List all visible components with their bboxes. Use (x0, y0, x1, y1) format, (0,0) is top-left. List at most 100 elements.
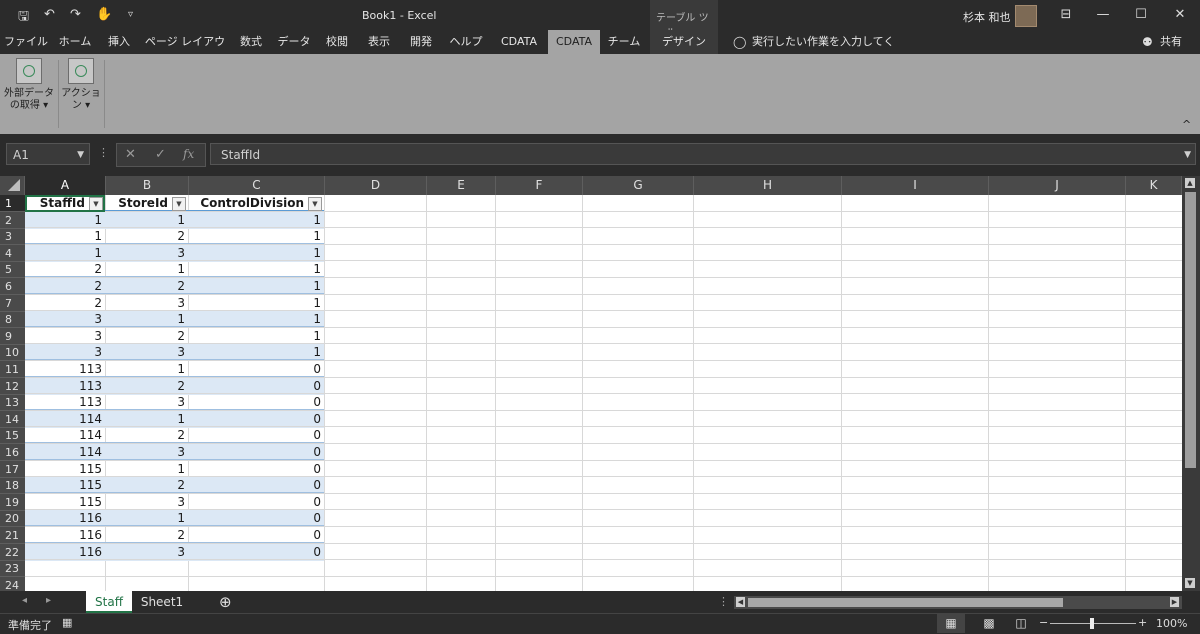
name-box[interactable]: A1 ▼ (6, 143, 90, 165)
scroll-down-icon[interactable]: ▼ (1185, 578, 1195, 588)
row-header[interactable]: 5 (0, 261, 25, 279)
tab-data[interactable]: データ (274, 30, 314, 54)
tab-home[interactable]: ホーム (54, 30, 96, 54)
table-cell[interactable]: 1 (188, 261, 324, 278)
table-cell[interactable]: 1 (105, 311, 188, 328)
row-header[interactable]: 20 (0, 510, 25, 528)
collapse-ribbon-icon[interactable]: ^ (1182, 118, 1191, 131)
page-break-view-icon[interactable]: ◫ (1010, 614, 1032, 633)
column-header-k[interactable]: K (1126, 176, 1182, 195)
table-cell[interactable]: 0 (188, 544, 324, 560)
ribbon-display-options-icon[interactable]: ⊟ (1046, 4, 1086, 26)
row-header[interactable]: 18 (0, 477, 25, 495)
table-cell[interactable]: 2 (105, 228, 188, 245)
table-cell[interactable]: 1 (25, 212, 105, 228)
column-header-d[interactable]: D (325, 176, 427, 195)
table-cell[interactable]: 3 (105, 344, 188, 361)
table-cell[interactable]: 3 (105, 394, 188, 411)
table-cell[interactable]: 115 (25, 477, 105, 494)
row-header[interactable]: 9 (0, 328, 25, 345)
get-external-data-button[interactable]: 外部データ の取得 ▾ (4, 58, 54, 128)
table-cell[interactable]: 114 (25, 427, 105, 444)
row-header[interactable]: 8 (0, 311, 25, 329)
row-header[interactable]: 19 (0, 494, 25, 511)
table-cell[interactable]: 0 (188, 510, 324, 527)
table-cell[interactable]: 3 (105, 494, 188, 510)
tab-cdata-2[interactable]: CDATA (548, 30, 600, 54)
zoom-out-button[interactable]: − (1039, 616, 1048, 629)
table-cell[interactable]: 1 (188, 228, 324, 245)
table-cell[interactable]: 116 (25, 510, 105, 527)
enter-icon[interactable]: ✓ (155, 147, 166, 162)
table-cell[interactable]: 1 (188, 212, 324, 228)
cancel-icon[interactable]: ✕ (125, 147, 136, 162)
column-header-b[interactable]: B (106, 176, 189, 195)
zoom-slider-thumb[interactable] (1090, 618, 1094, 629)
normal-view-icon[interactable]: ▦ (937, 614, 965, 633)
formula-input[interactable]: StaffId ▼ (210, 143, 1196, 165)
sheet-nav-prev-icon[interactable]: ◂ (22, 595, 27, 606)
table-cell[interactable]: 115 (25, 494, 105, 510)
table-header-cell[interactable]: ControlDivision ▼ (188, 195, 324, 211)
row-header[interactable]: 23 (0, 560, 25, 578)
table-cell[interactable]: 2 (105, 527, 188, 543)
undo-icon[interactable]: ↶ (44, 7, 55, 22)
tab-page-layout[interactable]: ページ レイアウト (142, 30, 228, 72)
row-header[interactable]: 13 (0, 394, 25, 412)
table-cell[interactable]: 0 (188, 444, 324, 460)
table-cell[interactable]: 114 (25, 411, 105, 427)
row-header[interactable]: 11 (0, 361, 25, 378)
table-cell[interactable]: 3 (105, 245, 188, 261)
column-header-c[interactable]: C (189, 176, 325, 195)
scroll-left-icon[interactable]: ◀ (736, 597, 745, 607)
table-cell[interactable]: 116 (25, 544, 105, 560)
table-cell[interactable]: 2 (105, 477, 188, 494)
zoom-level[interactable]: 100% (1156, 617, 1187, 630)
insert-function-icon[interactable]: fx (183, 147, 194, 161)
row-header[interactable]: 21 (0, 527, 25, 544)
page-layout-view-icon[interactable]: ▩ (978, 614, 1000, 633)
touch-mode-icon[interactable]: ✋ (96, 7, 112, 22)
chevron-down-icon[interactable]: ▼ (77, 144, 84, 166)
minimize-button[interactable]: — (1083, 4, 1123, 26)
table-cell[interactable]: 1 (188, 311, 324, 328)
zoom-in-button[interactable]: + (1138, 616, 1147, 629)
table-cell[interactable]: 0 (188, 461, 324, 477)
macro-record-icon[interactable]: ▦ (62, 616, 72, 629)
tab-help[interactable]: ヘルプ (444, 30, 488, 54)
table-cell[interactable]: 1 (105, 361, 188, 377)
scroll-up-icon[interactable]: ▲ (1185, 178, 1195, 188)
vertical-scrollbar[interactable]: ▲ ▼ (1182, 176, 1200, 591)
table-cell[interactable]: 0 (188, 427, 324, 444)
table-cell[interactable]: 2 (105, 378, 188, 394)
table-cell[interactable]: 2 (25, 261, 105, 278)
split-grip-icon[interactable]: ⋮ (718, 595, 729, 608)
user-name[interactable]: 杉本 和也 (963, 9, 1011, 25)
table-cell[interactable]: 0 (188, 394, 324, 411)
share-button[interactable]: 共有 (1156, 30, 1186, 54)
table-cell[interactable]: 0 (188, 411, 324, 427)
table-cell[interactable]: 3 (105, 544, 188, 560)
table-cell[interactable]: 1 (105, 461, 188, 477)
table-cell[interactable]: 1 (188, 344, 324, 361)
horizontal-scroll-thumb[interactable] (748, 598, 1063, 607)
table-cell[interactable]: 1 (105, 261, 188, 278)
tab-developer[interactable]: 開発 (404, 30, 438, 54)
filter-dropdown-icon[interactable]: ▼ (308, 197, 322, 211)
table-header-cell[interactable]: StoreId ▼ (105, 195, 188, 211)
redo-icon[interactable]: ↷ (70, 7, 81, 22)
table-cell[interactable]: 3 (105, 444, 188, 460)
table-cell[interactable]: 1 (105, 411, 188, 427)
vertical-scroll-thumb[interactable] (1185, 192, 1196, 468)
table-cell[interactable]: 2 (105, 427, 188, 444)
table-cell[interactable]: 1 (188, 278, 324, 294)
row-header[interactable]: 16 (0, 444, 25, 461)
table-cell[interactable]: 2 (25, 295, 105, 311)
row-header[interactable]: 3 (0, 228, 25, 246)
column-header-j[interactable]: J (989, 176, 1126, 195)
worksheet-grid[interactable]: StaffId ▼ StoreId ▼ ControlDivision ▼ 1 1 1 1 2 1 1 3… (25, 195, 1182, 591)
table-cell[interactable]: 1 (105, 510, 188, 527)
table-cell[interactable]: 0 (188, 378, 324, 394)
table-cell[interactable]: 3 (25, 344, 105, 361)
table-cell[interactable]: 0 (188, 527, 324, 543)
